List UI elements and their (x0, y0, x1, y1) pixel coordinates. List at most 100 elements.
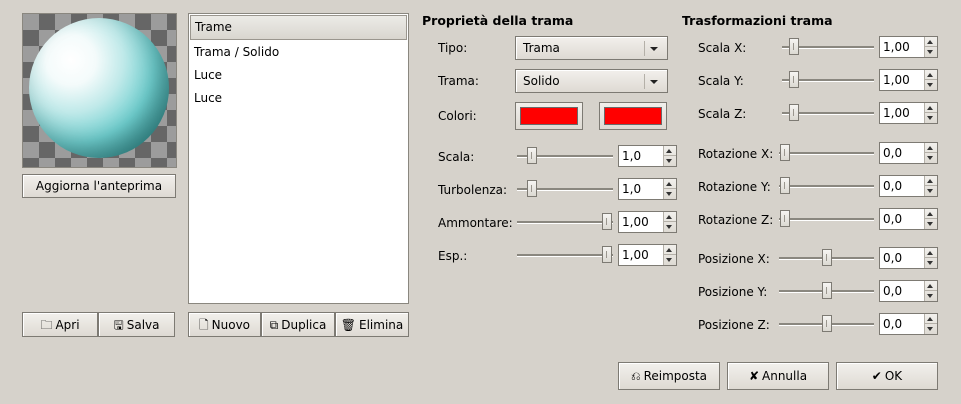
rotation-y-slider[interactable] (779, 176, 874, 196)
spin-arrows-icon[interactable] (663, 245, 676, 265)
spin-arrows-icon[interactable] (924, 248, 937, 268)
floppy-disk-icon: 🖫 (113, 317, 124, 332)
save-button[interactable]: 🖫 Salva (98, 312, 175, 337)
rotation-x-label: Rotazione X: (698, 147, 774, 161)
slider-thumb[interactable] (822, 282, 832, 299)
preview-sphere (29, 18, 169, 158)
position-z-slider[interactable] (779, 314, 874, 334)
rotation-y-label: Rotazione Y: (698, 180, 771, 194)
scale-y-slider[interactable] (782, 70, 874, 90)
color1-swatch (520, 107, 578, 125)
slider-thumb[interactable] (822, 315, 832, 332)
list-header[interactable]: Trame (190, 15, 407, 40)
refresh-preview-button[interactable]: Aggiorna l'anteprima (22, 174, 176, 198)
slider-thumb[interactable] (780, 210, 790, 227)
spin-arrows-icon[interactable] (924, 209, 937, 229)
new-button[interactable]: 🗋 Nuovo (188, 312, 261, 337)
slider-thumb[interactable] (780, 144, 790, 161)
list-item[interactable]: Trama / Solido (194, 45, 279, 59)
scale-x-spinbox[interactable]: 1,00 (879, 36, 938, 58)
rotation-z-slider[interactable] (779, 209, 874, 229)
rotation-x-slider[interactable] (779, 143, 874, 163)
trash-icon: 🗑 (340, 317, 356, 332)
revert-icon: ⎌ (630, 369, 641, 383)
folder-icon: 🗀 (40, 317, 53, 332)
scale-y-label: Scala Y: (698, 74, 744, 88)
rotation-z-spinbox[interactable]: 0,0 (879, 208, 938, 230)
slider-thumb[interactable] (602, 246, 612, 263)
spin-arrows-icon[interactable] (663, 179, 676, 199)
slider-thumb[interactable] (780, 177, 790, 194)
ok-button[interactable]: ✔ OK (836, 362, 938, 390)
spin-arrows-icon[interactable] (924, 314, 937, 334)
new-document-icon: 🗋 (198, 317, 209, 332)
rotation-y-spinbox[interactable]: 0,0 (879, 175, 938, 197)
turbulence-spinbox[interactable]: 1,0 (618, 178, 677, 200)
position-y-label: Posizione Y: (698, 285, 768, 299)
list-item[interactable]: Luce (194, 68, 222, 82)
transform-title: Trasformazioni trama (682, 13, 833, 28)
position-z-label: Posizione Z: (698, 318, 770, 332)
spin-arrows-icon[interactable] (663, 212, 676, 232)
scale-z-slider[interactable] (782, 103, 874, 123)
rotation-x-spinbox[interactable]: 0,0 (879, 142, 938, 164)
exponent-label: Esp.: (438, 249, 468, 263)
reset-button[interactable]: ⎌ Reimposta (618, 362, 720, 390)
spin-arrows-icon[interactable] (663, 146, 676, 166)
spin-arrows-icon[interactable] (924, 70, 937, 90)
spin-arrows-icon[interactable] (924, 103, 937, 123)
amount-slider[interactable] (517, 212, 613, 232)
amount-label: Ammontare: (438, 216, 513, 230)
spin-arrows-icon[interactable] (924, 176, 937, 196)
exponent-slider[interactable] (517, 245, 613, 265)
ok-icon: ✔ (871, 369, 882, 383)
texture-label: Trama: (438, 74, 479, 88)
exponent-spinbox[interactable]: 1,00 (618, 244, 677, 266)
spin-arrows-icon[interactable] (924, 281, 937, 301)
texture-combo[interactable]: Solido (515, 69, 668, 93)
position-x-slider[interactable] (779, 248, 874, 268)
scale-z-spinbox[interactable]: 1,00 (879, 102, 938, 124)
scale-z-label: Scala Z: (698, 107, 747, 121)
rotation-z-label: Rotazione Z: (698, 213, 774, 227)
colors-label: Colori: (438, 109, 477, 123)
color2-swatch (604, 107, 662, 125)
chevron-down-icon (644, 41, 663, 56)
type-combo[interactable]: Trama (515, 36, 668, 60)
color2-button[interactable] (599, 102, 667, 130)
slider-thumb[interactable] (602, 213, 612, 230)
chevron-down-icon (644, 74, 663, 89)
scale-x-slider[interactable] (782, 37, 874, 57)
turbulence-slider[interactable] (517, 179, 613, 199)
slider-thumb[interactable] (789, 104, 799, 121)
delete-button[interactable]: 🗑 Elimina (335, 312, 409, 337)
position-x-label: Posizione X: (698, 252, 770, 266)
color1-button[interactable] (515, 102, 583, 130)
duplicate-icon: ⧉ (269, 317, 279, 332)
cancel-button[interactable]: ✘ Annulla (727, 362, 829, 390)
scale-slider[interactable] (517, 146, 613, 166)
list-item[interactable]: Luce (194, 91, 222, 105)
close-icon: ✘ (748, 369, 759, 383)
slider-thumb[interactable] (527, 147, 537, 164)
position-x-spinbox[interactable]: 0,0 (879, 247, 938, 269)
amount-spinbox[interactable]: 1,00 (618, 211, 677, 233)
spin-arrows-icon[interactable] (924, 37, 937, 57)
slider-thumb[interactable] (789, 71, 799, 88)
scale-spinbox[interactable]: 1,0 (618, 145, 677, 167)
position-y-slider[interactable] (779, 281, 874, 301)
turbulence-label: Turbolenza: (438, 183, 508, 197)
scale-y-spinbox[interactable]: 1,00 (879, 69, 938, 91)
type-label: Tipo: (438, 41, 468, 55)
texture-list[interactable]: Trame Trama / Solido Luce Luce (188, 13, 409, 304)
slider-thumb[interactable] (789, 38, 799, 55)
properties-title: Proprietà della trama (422, 13, 574, 28)
duplicate-button[interactable]: ⧉ Duplica (261, 312, 335, 337)
position-z-spinbox[interactable]: 0,0 (879, 313, 938, 335)
slider-thumb[interactable] (527, 180, 537, 197)
open-button[interactable]: 🗀 Apri (22, 312, 98, 337)
position-y-spinbox[interactable]: 0,0 (879, 280, 938, 302)
slider-thumb[interactable] (822, 249, 832, 266)
scale-label: Scala: (438, 150, 475, 164)
spin-arrows-icon[interactable] (924, 143, 937, 163)
